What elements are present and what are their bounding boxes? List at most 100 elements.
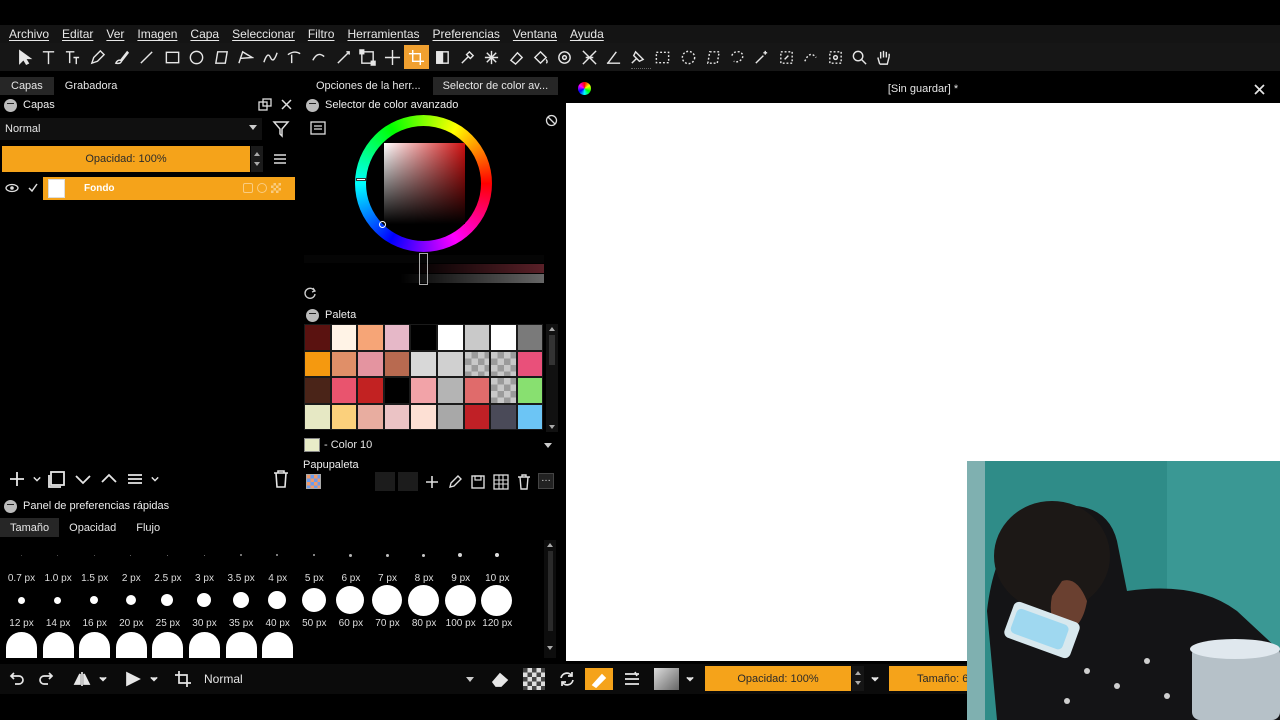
color-picker-marker[interactable] [379, 221, 386, 228]
palette-swatch[interactable] [330, 350, 358, 377]
opacity-dropdown-icon[interactable] [868, 668, 882, 690]
delete-swatch-icon[interactable] [515, 473, 533, 491]
brush-size-dot[interactable] [93, 554, 95, 556]
opacity-stepper[interactable] [251, 146, 263, 172]
collapse-icon[interactable] [4, 499, 17, 513]
move-up-icon[interactable] [98, 468, 120, 490]
grid-view-icon[interactable] [492, 473, 510, 491]
mixer-handle[interactable] [419, 253, 428, 285]
palette-swatch[interactable] [490, 377, 517, 404]
brush-size-preset[interactable] [268, 591, 287, 609]
alpha-lock-icon[interactable] [523, 668, 545, 690]
brush-size-preset[interactable] [225, 632, 257, 658]
status-size-slider[interactable]: Tamaño: 6 [889, 666, 979, 691]
palette-swatch[interactable] [490, 350, 517, 377]
palette-swatch[interactable] [304, 377, 331, 404]
assistant-icon[interactable] [626, 45, 650, 69]
palette-swatch[interactable] [463, 324, 491, 351]
add-layer-icon[interactable] [6, 468, 28, 490]
brush-size-preset[interactable] [125, 595, 136, 605]
brush-size-preset[interactable] [262, 632, 294, 658]
text-icon[interactable] [36, 45, 60, 69]
collapse-icon[interactable] [306, 308, 319, 322]
tab-color-selector[interactable]: Selector de color av... [432, 77, 559, 95]
save-palette-icon[interactable] [469, 473, 487, 491]
brush-icon[interactable] [110, 45, 134, 69]
freehand-select-icon[interactable] [725, 45, 749, 69]
close-panel-icon[interactable] [280, 98, 293, 111]
ellipse-icon[interactable] [185, 45, 209, 69]
palette-swatch[interactable] [436, 324, 464, 351]
palette-swatch[interactable] [436, 377, 464, 404]
brush-scrollbar[interactable] [544, 540, 556, 658]
brush-preset-icon[interactable] [654, 668, 679, 690]
brush-size-dot[interactable] [422, 553, 426, 557]
brush-size-dot[interactable] [494, 553, 499, 557]
path-edit-icon[interactable] [331, 45, 355, 69]
tab-grabadora[interactable]: Grabadora [54, 77, 129, 95]
menu-item-5[interactable]: Seleccionar [232, 27, 295, 41]
undo-icon[interactable] [6, 668, 28, 690]
tab-size[interactable]: Tamaño [0, 518, 60, 537]
collapse-icon[interactable] [306, 98, 319, 112]
palette-swatch[interactable] [330, 324, 358, 351]
hand-icon[interactable] [872, 45, 896, 69]
palette-swatch[interactable] [357, 377, 384, 404]
pattern-icon[interactable] [553, 45, 577, 69]
palette-swatch[interactable] [330, 377, 358, 404]
refresh-icon[interactable] [304, 287, 317, 300]
brush-size-dot[interactable] [203, 554, 205, 556]
brush-size-dot[interactable] [348, 553, 352, 557]
palette-swatch[interactable] [410, 403, 437, 430]
filter-icon[interactable] [271, 119, 291, 139]
brush-size-preset[interactable] [481, 584, 513, 616]
text-warp-icon[interactable] [61, 45, 85, 69]
palette-slot-1[interactable] [375, 472, 395, 491]
move-icon[interactable] [380, 45, 404, 69]
brush-size-preset[interactable] [336, 586, 365, 614]
menu-item-9[interactable]: Ventana [513, 27, 557, 41]
palette-swatch[interactable] [516, 350, 544, 377]
measure-icon[interactable] [601, 45, 625, 69]
fill-icon[interactable] [528, 45, 552, 69]
palette-swatch[interactable] [304, 403, 331, 430]
brush-size-preset[interactable] [232, 592, 249, 608]
warp-icon[interactable] [577, 45, 601, 69]
menu-item-8[interactable]: Preferencias [433, 27, 500, 41]
palette-swatch[interactable] [383, 377, 411, 404]
add-dropdown-icon[interactable] [32, 468, 42, 490]
status-blend-select[interactable]: Normal [198, 667, 480, 691]
brush-size-preset[interactable] [301, 588, 326, 612]
palette-swatch[interactable] [410, 377, 437, 404]
palette-grid-icon[interactable] [306, 474, 321, 489]
palette-swatch[interactable] [383, 324, 411, 351]
palette-swatch[interactable] [330, 403, 358, 430]
ellipse-select-icon[interactable] [677, 45, 701, 69]
check-icon[interactable] [28, 182, 38, 194]
tab-tool-options[interactable]: Opciones de la herr... [304, 77, 433, 95]
menu-item-3[interactable]: Imagen [137, 27, 177, 41]
menu-item-10[interactable]: Ayuda [570, 27, 604, 41]
reset-color-icon[interactable] [545, 114, 558, 127]
palette-scrollbar[interactable] [546, 324, 558, 432]
polygon-icon[interactable] [209, 45, 233, 69]
menu-item-0[interactable]: Archivo [9, 27, 49, 41]
undock-icon[interactable] [258, 98, 272, 111]
eyedropper-icon[interactable] [455, 45, 479, 69]
brush-size-preset[interactable] [189, 632, 220, 658]
palette-swatch[interactable] [357, 350, 384, 377]
bezier-icon[interactable] [258, 45, 282, 69]
palette-slot-2[interactable] [398, 472, 418, 491]
blend-mode-select[interactable]: Normal [0, 118, 262, 140]
rect-select-icon[interactable] [650, 45, 674, 69]
brush-size-dot[interactable] [166, 554, 168, 556]
brush-size-preset[interactable] [444, 584, 476, 616]
palette-swatch[interactable] [516, 324, 544, 351]
redo-icon[interactable] [35, 668, 57, 690]
rotate-dropdown-icon[interactable] [148, 668, 160, 690]
saturation-value-square[interactable] [384, 143, 465, 224]
palette-swatch[interactable] [304, 350, 331, 377]
eraser-mode-icon[interactable] [489, 668, 511, 690]
crop-icon[interactable] [404, 45, 429, 69]
rotate-view-icon[interactable] [122, 668, 144, 690]
